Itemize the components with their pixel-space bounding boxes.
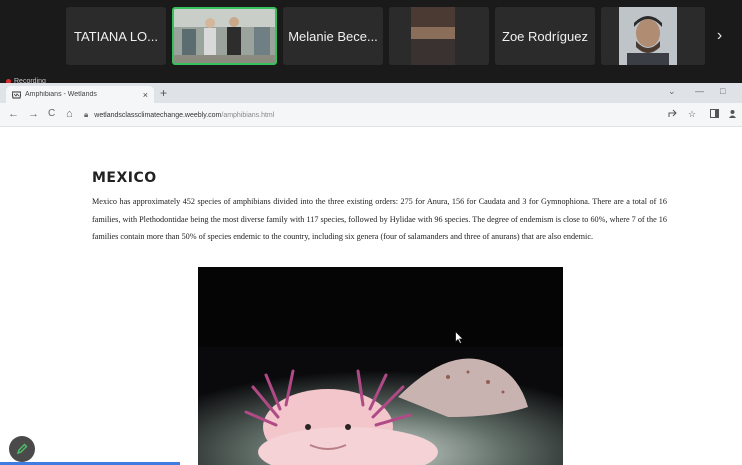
participant-name: Melanie Bece... xyxy=(288,28,378,44)
home-icon[interactable]: ⌂ xyxy=(66,108,73,120)
site-favicon-icon xyxy=(12,91,21,98)
url-host: wetlandsclassclimatechange.weebly.com xyxy=(94,111,222,119)
lock-icon: 🔒︎ xyxy=(84,110,89,119)
browser-tab-bar: Amphibians - Wetlands × + ⌄ — □ xyxy=(0,83,742,103)
participant-name: Zoe Rodríguez xyxy=(502,28,588,44)
restore-icon[interactable]: □ xyxy=(720,86,725,96)
page-heading: MEXICO xyxy=(92,170,157,186)
profile-icon[interactable] xyxy=(728,109,737,118)
annotate-pen-button[interactable] xyxy=(9,436,35,462)
close-icon[interactable]: × xyxy=(143,90,148,100)
body-paragraph: Mexico has approximately 452 species of … xyxy=(92,197,667,241)
back-icon[interactable]: ← xyxy=(8,108,19,120)
participant-video-sunset[interactable] xyxy=(389,7,489,65)
new-tab-button[interactable]: + xyxy=(160,86,167,100)
url-path: /amphibians.html xyxy=(221,111,275,119)
forward-icon[interactable]: → xyxy=(28,108,39,120)
browser-address-bar: ← → C ⌂ 🔒︎ wetlandsclassclimatechange.we… xyxy=(0,103,742,127)
minimize-icon[interactable]: — xyxy=(695,86,704,96)
reload-icon[interactable]: C xyxy=(48,108,55,119)
participant-name: TATIANA LO... xyxy=(73,28,159,44)
participant-tile-tatiana[interactable]: TATIANA LO... xyxy=(66,7,166,65)
url-input[interactable]: 🔒︎ wetlandsclassclimatechange.weebly.com… xyxy=(84,107,654,123)
share-icon[interactable] xyxy=(668,109,677,118)
tab-search-icon[interactable]: ⌄ xyxy=(668,86,676,97)
participant-tile-melanie[interactable]: Melanie Bece... xyxy=(283,7,383,65)
sunset-video-feed xyxy=(389,7,489,65)
zoom-participant-strip: TATIANA LO... Melanie Bece... Zoe Rodríg… xyxy=(0,0,742,85)
axolotl-image xyxy=(198,267,563,465)
room-video-feed xyxy=(174,9,275,63)
participant-video-room[interactable] xyxy=(172,7,277,65)
web-page: MEXICO Mexico has approximately 452 spec… xyxy=(0,127,742,465)
tab-title: Amphibians - Wetlands xyxy=(25,91,97,98)
chevron-right-icon[interactable]: › xyxy=(707,7,732,65)
participant-tile-zoe[interactable]: Zoe Rodríguez xyxy=(495,7,595,65)
sidebar-icon[interactable] xyxy=(710,109,719,118)
bookmark-star-icon[interactable]: ☆ xyxy=(688,109,696,120)
browser-tab[interactable]: Amphibians - Wetlands × xyxy=(6,86,154,103)
participant-video-person[interactable] xyxy=(601,7,705,65)
person-video-feed xyxy=(601,7,705,65)
pencil-icon xyxy=(16,443,28,455)
mouse-cursor-icon xyxy=(455,331,464,344)
